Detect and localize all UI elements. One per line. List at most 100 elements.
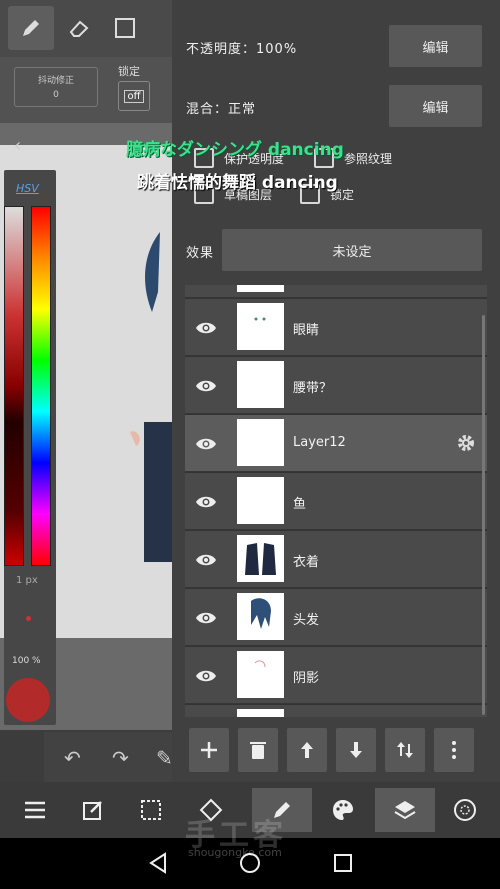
eye-icon[interactable] <box>195 549 217 571</box>
layer-thumbnail <box>237 709 284 717</box>
eye-icon[interactable] <box>195 317 217 339</box>
arrow-down-icon <box>350 742 362 758</box>
dashed-select-icon <box>141 800 161 820</box>
trash-icon <box>250 742 266 759</box>
select-tool-button[interactable] <box>102 6 148 50</box>
gear-icon[interactable] <box>455 432 477 454</box>
brush-size-preview <box>26 616 31 621</box>
layer-name: 眼睛 <box>293 323 320 338</box>
stabilizer-control[interactable]: 抖动修正 0 <box>14 67 98 107</box>
layer-panel: 不透明度：100% 编辑 混合：正常 编辑 保护透明度 参照纹理 草稿图层 锁定… <box>172 0 500 782</box>
layer-row[interactable]: 衣着 <box>185 531 487 588</box>
materials-button[interactable] <box>442 788 488 832</box>
eye-icon[interactable] <box>195 665 217 687</box>
layer-row[interactable]: 腰带？ <box>185 357 487 414</box>
layer-name: Layer12 <box>293 435 346 450</box>
watermark-url: shougongke.com <box>188 846 282 859</box>
app-root: 抖动修正 0 锁定 off ‹ HSV 1 px 100 % ↶ ↷ ✎ 不透明… <box>0 0 500 889</box>
layer-menu-button[interactable] <box>434 728 474 772</box>
eye-icon[interactable] <box>195 607 217 629</box>
color-panel: HSV 1 px 100 % <box>4 170 56 725</box>
eyedropper-icon[interactable]: ✎ <box>156 746 173 770</box>
edit-button[interactable] <box>70 788 116 832</box>
layer-toolbar <box>185 728 487 774</box>
pencil-icon <box>23 20 39 36</box>
system-back-button[interactable] <box>145 850 171 876</box>
edit-icon <box>83 801 102 820</box>
hue-slider[interactable] <box>31 206 51 566</box>
layer-row[interactable]: 头发 <box>185 589 487 646</box>
eye-icon[interactable] <box>195 491 217 513</box>
layer-thumbnail <box>237 651 284 698</box>
move-layer-down-button[interactable] <box>336 728 376 772</box>
swap-layers-button[interactable] <box>385 728 425 772</box>
lock-label: 锁定 <box>118 65 140 78</box>
layer-name: 鱼 <box>293 497 307 512</box>
eye-icon[interactable] <box>195 433 217 455</box>
delete-layer-button[interactable] <box>238 728 278 772</box>
redo-icon[interactable]: ↷ <box>112 746 129 770</box>
tool-options-bar: 抖动修正 0 锁定 off <box>0 57 172 123</box>
stabilizer-label: 抖动修正 <box>37 76 74 86</box>
layer-opacity-label: 不透明度：100% <box>186 42 298 57</box>
brush-size-label: 1 px <box>16 575 38 586</box>
layer-thumbnail <box>237 285 284 292</box>
recents-square-icon <box>334 854 352 872</box>
layer-row[interactable]: 阴影 <box>185 647 487 704</box>
more-vertical-icon <box>452 741 456 759</box>
blend-edit-button[interactable]: 编辑 <box>389 85 482 127</box>
collapse-arrow-icon[interactable]: ‹ <box>14 135 21 156</box>
layer-thumbnail <box>237 593 284 640</box>
opacity-edit-button[interactable]: 编辑 <box>389 25 482 67</box>
brightness-slider[interactable] <box>4 206 24 566</box>
layer-row[interactable]: 眼睛 <box>185 299 487 356</box>
layer-row-partial[interactable] <box>185 705 487 717</box>
add-layer-button[interactable] <box>189 728 229 772</box>
pen-tool-button[interactable] <box>8 6 54 50</box>
layer-name: 头发 <box>293 613 320 628</box>
color-mode-link[interactable]: HSV <box>16 182 39 195</box>
layer-name: 衣着 <box>293 555 320 570</box>
lock-toggle-state: off <box>124 89 144 103</box>
eraser-tool-button[interactable] <box>56 6 102 50</box>
undo-redo-bar: ↶ ↷ ✎ <box>44 732 173 782</box>
layer-thumbnail <box>237 477 284 524</box>
layer-row[interactable]: 鱼 <box>185 473 487 530</box>
layers-icon <box>394 801 416 820</box>
layer-row-partial[interactable] <box>185 285 487 298</box>
reference-label: 参照纹理 <box>344 152 393 166</box>
layer-list-scrollbar[interactable] <box>482 315 485 715</box>
menu-button[interactable] <box>12 788 58 832</box>
layers-button[interactable] <box>375 788 435 832</box>
layer-row-selected[interactable]: Layer12 <box>185 415 487 472</box>
eraser-icon <box>69 20 89 37</box>
current-color-swatch[interactable] <box>6 678 50 722</box>
layer-thumbnail <box>237 419 284 466</box>
lock-toggle[interactable]: off <box>118 81 150 111</box>
arrow-up-icon <box>301 742 313 758</box>
swap-vertical-icon <box>397 742 413 758</box>
layer-thumbnail <box>237 361 284 408</box>
caption-chinese: 跳着怯懦的舞蹈 dancing <box>137 173 338 193</box>
stabilizer-value: 0 <box>53 90 59 100</box>
back-triangle-icon <box>149 852 166 874</box>
effect-button[interactable]: 未设定 <box>222 229 482 271</box>
selection-button[interactable] <box>128 788 174 832</box>
eye-icon[interactable] <box>195 375 217 397</box>
undo-icon[interactable]: ↶ <box>64 746 81 770</box>
artwork-fragment <box>130 232 174 562</box>
layer-list[interactable]: 眼睛 腰带？ Layer12 鱼 衣着 头发 阴影 <box>185 285 487 717</box>
layer-thumbnail <box>237 303 284 350</box>
blend-mode-label: 混合：正常 <box>186 102 257 117</box>
layer-name: 腰带？ <box>293 381 333 396</box>
system-recents-button[interactable] <box>330 850 356 876</box>
palette-button[interactable] <box>320 788 366 832</box>
globe-icon <box>454 799 476 821</box>
brush-opacity-label: 100 % <box>12 656 41 666</box>
square-icon <box>115 18 135 38</box>
effect-label: 效果 <box>186 246 215 261</box>
layer-name: 阴影 <box>293 671 320 686</box>
layer-thumbnail <box>237 535 284 582</box>
hamburger-menu-icon <box>25 801 45 819</box>
move-layer-up-button[interactable] <box>287 728 327 772</box>
